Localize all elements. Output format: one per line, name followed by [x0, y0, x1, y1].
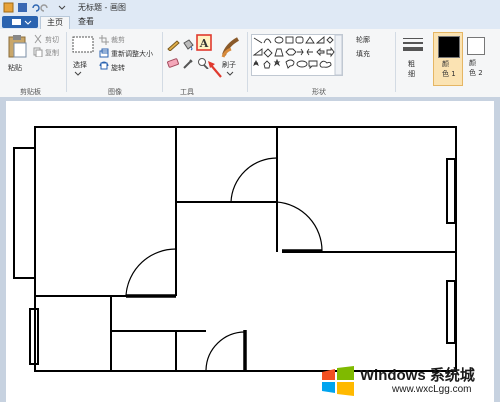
copy-button[interactable]: 复制	[45, 48, 59, 58]
brush-icon[interactable]	[220, 35, 244, 59]
resize-button[interactable]: 重新调整大小	[111, 49, 153, 59]
window-title: 无标题 - 画图	[78, 3, 126, 12]
group-divider	[66, 32, 67, 92]
tab-view[interactable]: 查看	[72, 16, 100, 29]
color-1-button[interactable]: 颜 色 1	[433, 32, 463, 86]
pencil-icon[interactable]	[166, 39, 180, 51]
color-picker-icon[interactable]	[181, 57, 195, 69]
clipboard-group-label: 剪贴板	[20, 88, 41, 96]
size-button[interactable]: 粗 细	[408, 59, 415, 79]
ribbon-tab-bar: 主页 查看	[0, 15, 500, 30]
outline-button[interactable]: 轮廓	[356, 35, 370, 45]
watermark-brand: Windows 系统城	[360, 367, 475, 384]
fill-button[interactable]: 填充	[356, 49, 370, 59]
resize-icon	[99, 48, 109, 58]
cut-button[interactable]: 剪切	[45, 35, 59, 45]
tools-group-label: 工具	[180, 88, 194, 96]
quick-access-toolbar[interactable]	[3, 2, 73, 13]
chevron-down-icon[interactable]	[226, 71, 234, 77]
watermark-url: www.wxcLgg.com	[392, 384, 472, 395]
chevron-down-icon[interactable]	[74, 71, 82, 77]
group-divider	[395, 32, 396, 92]
copy-icon	[33, 47, 43, 57]
title-bar: 无标题 - 画图	[0, 0, 500, 16]
brushes-button[interactable]: 刷子	[222, 60, 236, 70]
text-tool-icon[interactable]: A	[196, 34, 212, 52]
select-button[interactable]: 选择	[73, 60, 87, 70]
rotate-icon	[99, 61, 109, 70]
tab-home[interactable]: 主页	[40, 16, 70, 30]
shapes-gallery[interactable]	[251, 34, 343, 76]
color-1-label: 颜 色 1	[442, 60, 456, 78]
ribbon: 粘贴 剪切 复制 剪贴板 选择 裁剪 重新调整大小 旋转 图像 A 工具 刷子	[0, 29, 500, 98]
group-divider	[247, 32, 248, 92]
shapes-group-label: 形状	[312, 88, 326, 96]
drawing-canvas[interactable]	[6, 101, 494, 402]
line-size-icon[interactable]	[402, 37, 424, 53]
paste-button[interactable]: 粘贴	[8, 63, 22, 73]
rotate-button[interactable]: 旋转	[111, 63, 125, 73]
watermark: Windows 系统城 www.wxcLgg.com	[320, 362, 498, 400]
color-2-button[interactable]: 颜 色 2	[465, 32, 487, 84]
color-2-swatch	[467, 37, 485, 55]
crop-button[interactable]: 裁剪	[111, 35, 125, 45]
select-icon[interactable]	[72, 36, 94, 54]
crop-icon	[99, 35, 109, 45]
file-menu-button[interactable]	[2, 16, 38, 28]
svg-text:A: A	[199, 37, 209, 50]
floor-plan-drawing	[13, 126, 457, 372]
group-divider	[162, 32, 163, 92]
windows-logo-icon	[322, 366, 354, 396]
image-group-label: 图像	[108, 88, 122, 96]
scissors-icon	[34, 34, 42, 44]
color-1-swatch	[438, 36, 460, 58]
color-2-label: 颜 色 2	[469, 59, 483, 77]
eraser-icon[interactable]	[166, 57, 180, 69]
paste-icon[interactable]	[6, 33, 30, 59]
fill-bucket-icon[interactable]	[181, 39, 195, 51]
